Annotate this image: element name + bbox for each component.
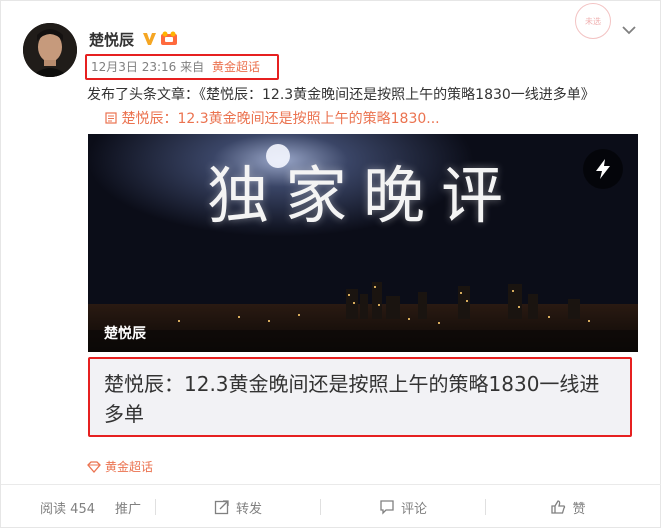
comment-button[interactable]: 评论 [321, 498, 485, 517]
cover-title: 独家晚评 [206, 159, 519, 232]
post-timestamp[interactable]: 12月3日 23:16 [91, 60, 176, 74]
article-title[interactable]: 楚悦辰：12.3黄金晚间还是按照上午的策略1830一线进多单 [104, 372, 599, 426]
promote-button[interactable]: 推广 [101, 498, 155, 517]
comment-icon [380, 500, 394, 515]
like-button[interactable]: 赞 [486, 498, 650, 517]
username[interactable]: 楚悦辰 [89, 29, 134, 50]
avatar[interactable] [23, 23, 77, 77]
watermark-stamp: 未选 [575, 3, 611, 39]
super-topic-label[interactable]: 黄金超话 [105, 458, 153, 475]
lightning-icon [596, 159, 610, 179]
verified-icon [143, 33, 156, 45]
post-meta-highlight: 12月3日 23:16 来自 黄金超话 [85, 54, 279, 80]
from-label: 来自 [180, 60, 205, 74]
flash-button[interactable] [583, 149, 623, 189]
forward-button[interactable]: 转发 [156, 498, 320, 517]
chevron-down-icon[interactable] [622, 25, 636, 35]
post-text: 发布了头条文章：《楚悦辰：12.3黄金晚间还是按照上午的策略1830一线进多单》 [87, 87, 595, 103]
article-link[interactable]: 楚悦辰：12.3黄金晚间还是按照上午的策略1830... [105, 111, 440, 127]
article-icon [105, 112, 117, 124]
post-source[interactable]: 黄金超话 [212, 60, 260, 74]
post-body: 发布了头条文章：《楚悦辰：12.3黄金晚间还是按照上午的策略1830一线进多单》… [87, 83, 627, 131]
thumbs-up-icon [551, 500, 566, 514]
cover-author-tag: 楚悦辰 [104, 326, 146, 342]
vip-badge-icon[interactable] [160, 31, 178, 46]
forward-icon [214, 500, 229, 515]
diamond-icon [87, 460, 101, 473]
super-topic-link[interactable]: 黄金超话 [87, 458, 153, 475]
article-link-text[interactable]: 楚悦辰：12.3黄金晚间还是按照上午的策略1830... [121, 111, 439, 127]
article-title-box[interactable]: 楚悦辰：12.3黄金晚间还是按照上午的策略1830一线进多单 [88, 357, 632, 437]
action-bar: 阅读 454 推广 转发 评论 赞 [1, 485, 661, 529]
weibo-post-card: 未选 楚悦辰 12月3日 23:16 来自 黄金超话 发布了头条文章：《楚悦辰：… [0, 0, 661, 528]
read-count: 阅读 454 [40, 501, 95, 517]
